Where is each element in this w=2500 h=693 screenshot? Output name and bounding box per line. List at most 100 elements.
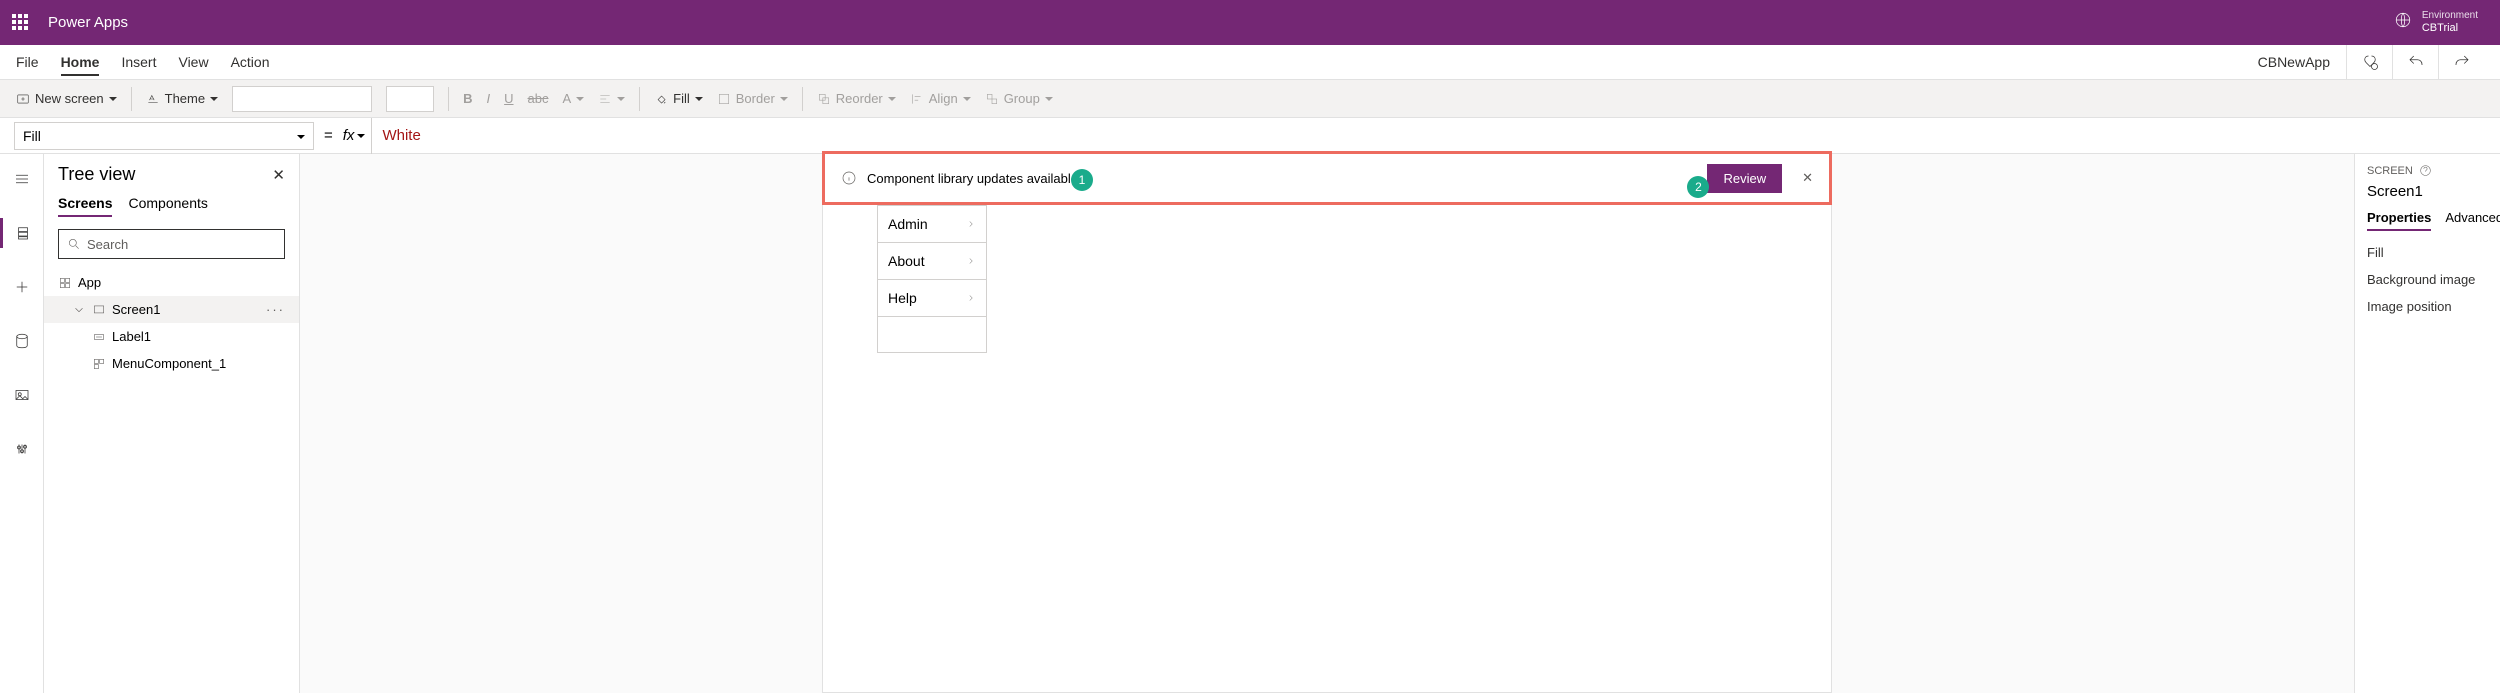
formula-value: White	[382, 127, 420, 144]
main-area: Tree view ✕ Screens Components Search Ap…	[0, 154, 2500, 693]
canvas-menu-item[interactable]: Help	[877, 279, 987, 316]
fill-label: Fill	[673, 91, 690, 106]
chevron-down-icon	[109, 91, 117, 106]
top-bar: Power Apps Environment CBTrial	[0, 0, 2500, 45]
canvas-menu-component[interactable]: Home Admin About Help	[877, 205, 987, 353]
canvas-area: Component library updates available 1 Re…	[300, 154, 2354, 693]
tab-screens[interactable]: Screens	[58, 195, 112, 217]
canvas-menu-label: Help	[888, 290, 917, 306]
italic-button[interactable]: I	[487, 91, 491, 106]
component-icon	[92, 357, 106, 371]
undo-icon[interactable]	[2392, 45, 2438, 80]
equals-sign: =	[324, 127, 333, 144]
app-name: CBNewApp	[2258, 54, 2330, 70]
prop-row-image-position[interactable]: Image position	[2367, 299, 2488, 314]
align-button[interactable]: Align	[910, 91, 971, 106]
props-tab-properties[interactable]: Properties	[2367, 210, 2431, 231]
rail-tree-view[interactable]	[0, 218, 44, 248]
menu-insert[interactable]: Insert	[121, 54, 156, 70]
theme-label: Theme	[165, 91, 205, 106]
callout-badge-2: 2	[1687, 176, 1709, 198]
product-title: Power Apps	[48, 14, 128, 31]
font-combo[interactable]	[232, 86, 372, 112]
environment-label: Environment	[2422, 10, 2478, 22]
new-screen-label: New screen	[35, 91, 104, 106]
strike-button[interactable]: abc	[528, 91, 549, 106]
screen-icon	[92, 303, 106, 317]
help-icon[interactable]	[2419, 164, 2432, 177]
group-label: Group	[1004, 91, 1040, 106]
formula-input[interactable]: White	[371, 118, 2500, 154]
menu-action[interactable]: Action	[231, 54, 270, 70]
canvas-menu-item[interactable]: Admin	[877, 205, 987, 242]
border-label: Border	[736, 91, 775, 106]
prop-row-fill[interactable]: Fill	[2367, 245, 2488, 260]
tree-item-label: MenuComponent_1	[112, 356, 226, 371]
more-icon[interactable]: ···	[266, 302, 285, 317]
artboard[interactable]: Home Admin About Help	[822, 204, 1832, 693]
border-button[interactable]: Border	[717, 91, 788, 106]
properties-section-label: SCREEN	[2367, 164, 2488, 177]
chevron-down-icon	[297, 128, 305, 144]
rail-hamburger[interactable]	[0, 164, 44, 194]
group-button[interactable]: Group	[985, 91, 1053, 106]
review-button[interactable]: Review	[1707, 164, 1782, 193]
tab-components[interactable]: Components	[128, 195, 207, 217]
menu-view[interactable]: View	[178, 54, 208, 70]
props-tab-advanced[interactable]: Advanced	[2445, 210, 2500, 231]
new-screen-button[interactable]: New screen	[16, 91, 117, 106]
redo-icon[interactable]	[2438, 45, 2484, 80]
tree-app-node[interactable]: App	[44, 269, 299, 296]
menu-home[interactable]: Home	[61, 54, 100, 76]
align-label: Align	[929, 91, 958, 106]
close-panel-button[interactable]: ✕	[272, 166, 285, 184]
chevron-down-icon	[780, 91, 788, 106]
tree-screen-node[interactable]: Screen1 ···	[44, 296, 299, 323]
label-icon	[92, 330, 106, 344]
selected-element-name: Screen1	[2367, 183, 2488, 200]
formula-bar: Fill = fx White	[0, 118, 2500, 154]
canvas-menu-empty	[877, 316, 987, 353]
callout-badge-1: 1	[1071, 169, 1093, 191]
environment-name: CBTrial	[2422, 22, 2478, 35]
fx-button[interactable]: fx	[343, 127, 366, 144]
theme-button[interactable]: Theme	[146, 91, 218, 106]
app-icon	[58, 276, 72, 290]
left-rail	[0, 154, 44, 693]
tree-view-panel: Tree view ✕ Screens Components Search Ap…	[44, 154, 300, 693]
search-input[interactable]: Search	[58, 229, 285, 259]
font-size-combo[interactable]	[386, 86, 434, 112]
tree-item-label: Screen1	[112, 302, 160, 317]
chevron-right-icon	[966, 256, 976, 266]
rail-data[interactable]	[0, 326, 44, 356]
text-align-button[interactable]	[598, 91, 625, 106]
font-color-button[interactable]: A	[562, 91, 584, 106]
rail-media[interactable]	[0, 380, 44, 410]
prop-row-bg-image[interactable]: Background image	[2367, 272, 2488, 287]
info-icon	[841, 170, 857, 186]
canvas-menu-item[interactable]: About	[877, 242, 987, 279]
menu-bar: File Home Insert View Action CBNewApp	[0, 45, 2500, 80]
canvas-menu-label: About	[888, 253, 925, 269]
chevron-down-icon	[695, 91, 703, 106]
canvas-menu-label: Admin	[888, 216, 928, 232]
underline-button[interactable]: U	[504, 91, 513, 106]
reorder-button[interactable]: Reorder	[817, 91, 896, 106]
chevron-right-icon	[966, 293, 976, 303]
app-launcher-icon[interactable]	[12, 14, 30, 32]
close-notification-button[interactable]: ✕	[1802, 170, 1813, 186]
fill-button[interactable]: Fill	[654, 91, 703, 106]
environment-picker[interactable]: Environment CBTrial	[2394, 10, 2478, 34]
menu-file[interactable]: File	[16, 54, 39, 70]
globe-icon	[2394, 11, 2412, 34]
rail-advanced[interactable]	[0, 434, 44, 464]
reorder-label: Reorder	[836, 91, 883, 106]
health-icon[interactable]	[2346, 45, 2392, 80]
tree-label-node[interactable]: Label1	[44, 323, 299, 350]
property-selector[interactable]: Fill	[14, 122, 314, 150]
toolbar: New screen Theme B I U abc A Fill Border…	[0, 80, 2500, 118]
tree-component-node[interactable]: MenuComponent_1	[44, 350, 299, 377]
bold-button[interactable]: B	[463, 91, 472, 106]
rail-insert[interactable]	[0, 272, 44, 302]
tree-app-label: App	[78, 275, 101, 290]
